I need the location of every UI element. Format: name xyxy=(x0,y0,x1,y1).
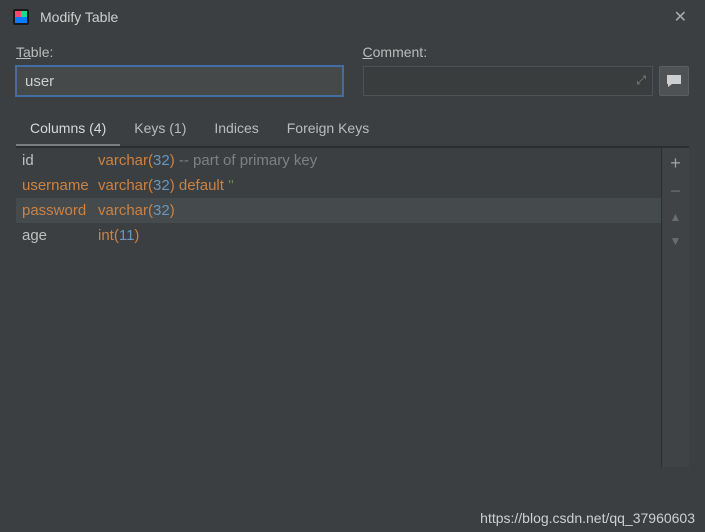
column-name: password xyxy=(22,202,92,219)
column-name: age xyxy=(22,227,92,244)
column-list[interactable]: id varchar(32) -- part of primary key user… xyxy=(16,148,661,467)
tabs: Columns (4)Keys (1)IndicesForeign Keys xyxy=(16,114,689,147)
column-row-age[interactable]: age int(11) xyxy=(16,223,661,248)
window-title: Modify Table xyxy=(40,9,668,25)
move-up-button[interactable]: ▲ xyxy=(670,210,682,224)
tab-keys[interactable]: Keys (1) xyxy=(120,114,200,146)
app-icon xyxy=(12,8,30,26)
side-tools: + − ▲ ▼ xyxy=(661,148,689,467)
watermark: https://blog.csdn.net/qq_37960603 xyxy=(480,510,695,526)
column-def: varchar(32) default '' xyxy=(98,177,234,194)
column-def: varchar(32) xyxy=(98,202,175,219)
column-def: varchar(32) -- part of primary key xyxy=(98,152,317,169)
expand-icon[interactable]: ⤢ xyxy=(636,73,646,88)
form-row: Table: Comment: ⤢ xyxy=(0,34,705,96)
column-row-password[interactable]: password varchar(32) xyxy=(16,198,661,223)
column-row-id[interactable]: id varchar(32) -- part of primary key xyxy=(16,148,661,173)
titlebar: Modify Table ✕ xyxy=(0,0,705,34)
comment-field-group: Comment: ⤢ xyxy=(363,44,690,96)
tab-foreign-keys[interactable]: Foreign Keys xyxy=(273,114,383,146)
column-name: username xyxy=(22,177,92,194)
comment-button[interactable] xyxy=(659,66,689,96)
column-def: int(11) xyxy=(98,227,139,244)
add-button[interactable]: + xyxy=(670,154,681,172)
table-input[interactable] xyxy=(16,66,343,96)
table-label: Table: xyxy=(16,44,343,60)
columns-panel: id varchar(32) -- part of primary key user… xyxy=(16,147,689,467)
comment-input[interactable]: ⤢ xyxy=(363,66,654,96)
close-icon[interactable]: ✕ xyxy=(668,3,693,31)
move-down-button[interactable]: ▼ xyxy=(670,234,682,248)
column-row-username[interactable]: username varchar(32) default '' xyxy=(16,173,661,198)
column-name: id xyxy=(22,152,92,169)
comment-label: Comment: xyxy=(363,44,690,60)
table-field-group: Table: xyxy=(16,44,343,96)
remove-button[interactable]: − xyxy=(670,182,681,200)
tab-columns[interactable]: Columns (4) xyxy=(16,114,120,146)
tab-indices[interactable]: Indices xyxy=(200,114,272,146)
